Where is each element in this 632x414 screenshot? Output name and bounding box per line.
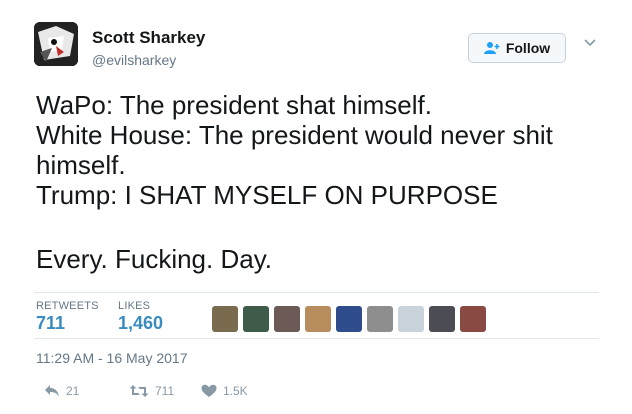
likes-label: LIKES — [118, 300, 151, 312]
likes-count[interactable]: 1,460 — [118, 313, 163, 334]
avatar-image — [34, 22, 78, 66]
tweet-line: WaPo: The president shat himself. — [36, 90, 432, 120]
reply-icon — [45, 385, 59, 397]
liker-avatar[interactable] — [460, 306, 486, 332]
liker-avatar[interactable] — [367, 306, 393, 332]
tweet-text: WaPo: The president shat himself. White … — [36, 90, 606, 274]
reply-button[interactable]: 21 — [44, 384, 79, 398]
liker-avatars — [212, 306, 486, 332]
liker-avatar[interactable] — [243, 306, 269, 332]
liker-avatar[interactable] — [336, 306, 362, 332]
tweet-timestamp[interactable]: 11:29 AM - 16 May 2017 — [36, 350, 188, 366]
avatar[interactable] — [34, 22, 78, 66]
follow-button-label: Follow — [505, 40, 551, 56]
liker-avatar[interactable] — [305, 306, 331, 332]
tweet-line: Every. Fucking. Day. — [36, 244, 272, 274]
retweet-button[interactable]: 711 — [129, 384, 174, 398]
liker-avatar[interactable] — [212, 306, 238, 332]
retweets-label: RETWEETS — [36, 300, 99, 312]
display-name[interactable]: Scott Sharkey — [92, 28, 205, 48]
tweet-line: himself. — [36, 150, 126, 180]
chevron-down-icon[interactable] — [582, 37, 598, 49]
retweet-icon — [129, 385, 149, 397]
divider — [34, 338, 599, 339]
liker-avatar[interactable] — [429, 306, 455, 332]
retweet-count: 711 — [155, 384, 175, 398]
tweet-line: Trump: I SHAT MYSELF ON PURPOSE — [36, 180, 498, 210]
divider — [34, 292, 599, 293]
liker-avatar[interactable] — [398, 306, 424, 332]
tweet-line: White House: The president would never s… — [36, 120, 553, 150]
follow-button[interactable]: Follow — [468, 33, 566, 63]
retweets-count[interactable]: 711 — [36, 313, 65, 334]
reply-count: 21 — [66, 384, 80, 398]
add-user-icon — [483, 42, 500, 54]
heart-icon — [201, 384, 217, 397]
user-handle[interactable]: @evilsharkey — [92, 52, 176, 68]
liker-avatar[interactable] — [274, 306, 300, 332]
like-count: 1.5K — [223, 384, 248, 398]
like-button[interactable]: 1.5K — [201, 384, 248, 398]
